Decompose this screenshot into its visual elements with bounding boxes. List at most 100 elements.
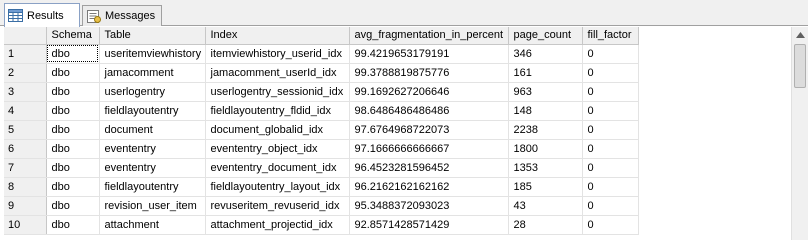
cell-schema[interactable]: dbo bbox=[46, 139, 100, 159]
row-number[interactable]: 8 bbox=[4, 177, 47, 197]
column-header-table[interactable]: Table bbox=[99, 27, 206, 45]
tab-results-label: Results bbox=[27, 9, 64, 22]
column-header-schema[interactable]: Schema bbox=[46, 27, 100, 45]
results-grid: Schema Table Index avg_fragmentation_in_… bbox=[0, 27, 808, 240]
cell-avg-fragmentation[interactable]: 96.4523281596452 bbox=[349, 158, 509, 178]
cell-page-count[interactable]: 1800 bbox=[508, 139, 583, 159]
cell-index[interactable]: attachment_projectid_idx bbox=[205, 215, 350, 235]
row-number[interactable]: 9 bbox=[4, 196, 47, 216]
results-grid-icon bbox=[8, 9, 23, 22]
cell-page-count[interactable]: 148 bbox=[508, 101, 583, 121]
cell-avg-fragmentation[interactable]: 98.6486486486486 bbox=[349, 101, 509, 121]
cell-schema[interactable]: dbo bbox=[46, 177, 100, 197]
cell-table[interactable]: jamacomment bbox=[99, 63, 206, 83]
cell-index[interactable]: evententry_document_idx bbox=[205, 158, 350, 178]
column-header-avg-fragmentation[interactable]: avg_fragmentation_in_percent bbox=[349, 27, 509, 45]
cell-fill-factor[interactable]: 0 bbox=[582, 101, 639, 121]
cell-fill-factor[interactable]: 0 bbox=[582, 82, 639, 102]
row-number[interactable]: 3 bbox=[4, 82, 47, 102]
row-number[interactable]: 2 bbox=[4, 63, 47, 83]
cell-page-count[interactable]: 346 bbox=[508, 44, 583, 64]
cell-page-count[interactable]: 2238 bbox=[508, 120, 583, 140]
cell-index[interactable]: jamacomment_userId_idx bbox=[205, 63, 350, 83]
scrollbar-thumb[interactable] bbox=[794, 44, 806, 88]
cell-index[interactable]: fieldlayoutentry_fldid_idx bbox=[205, 101, 350, 121]
cell-schema[interactable]: dbo bbox=[46, 196, 100, 216]
cell-index[interactable]: userlogentry_sessionid_idx bbox=[205, 82, 350, 102]
table-row[interactable]: 1 dbo useritemviewhistory itemviewhistor… bbox=[4, 44, 639, 64]
scroll-up-arrow-icon[interactable] bbox=[792, 27, 808, 43]
cell-fill-factor[interactable]: 0 bbox=[582, 177, 639, 197]
tab-messages[interactable]: Messages bbox=[82, 5, 162, 26]
cell-schema[interactable]: dbo bbox=[46, 44, 100, 64]
cell-avg-fragmentation[interactable]: 95.3488372093023 bbox=[349, 196, 509, 216]
row-number[interactable]: 10 bbox=[4, 215, 47, 235]
cell-table[interactable]: revision_user_item bbox=[99, 196, 206, 216]
cell-index[interactable]: revuseritem_revuserid_idx bbox=[205, 196, 350, 216]
cell-index[interactable]: fieldlayoutentry_layout_idx bbox=[205, 177, 350, 197]
table-row[interactable]: 7 dbo evententry evententry_document_idx… bbox=[4, 158, 639, 178]
cell-table[interactable]: attachment bbox=[99, 215, 206, 235]
cell-avg-fragmentation[interactable]: 92.8571428571429 bbox=[349, 215, 509, 235]
tab-results[interactable]: Results bbox=[4, 3, 80, 27]
cell-avg-fragmentation[interactable]: 99.3788819875776 bbox=[349, 63, 509, 83]
tab-messages-label: Messages bbox=[105, 10, 156, 22]
cell-fill-factor[interactable]: 0 bbox=[582, 215, 639, 235]
cell-avg-fragmentation[interactable]: 97.1666666666667 bbox=[349, 139, 509, 159]
cell-avg-fragmentation[interactable]: 96.2162162162162 bbox=[349, 177, 509, 197]
column-header-fill-factor[interactable]: fill_factor bbox=[582, 27, 639, 45]
header-corner[interactable] bbox=[4, 27, 47, 45]
cell-index[interactable]: document_globalid_idx bbox=[205, 120, 350, 140]
table-row[interactable]: 4 dbo fieldlayoutentry fieldlayoutentry_… bbox=[4, 101, 639, 121]
cell-table[interactable]: document bbox=[99, 120, 206, 140]
table-row[interactable]: 9 dbo revision_user_item revuseritem_rev… bbox=[4, 196, 639, 216]
row-number[interactable]: 7 bbox=[4, 158, 47, 178]
table-row[interactable]: 8 dbo fieldlayoutentry fieldlayoutentry_… bbox=[4, 177, 639, 197]
vertical-scrollbar[interactable] bbox=[791, 27, 808, 240]
cell-table[interactable]: userlogentry bbox=[99, 82, 206, 102]
cell-page-count[interactable]: 28 bbox=[508, 215, 583, 235]
column-header-index[interactable]: Index bbox=[205, 27, 350, 45]
cell-table[interactable]: fieldlayoutentry bbox=[99, 177, 206, 197]
messages-icon bbox=[86, 9, 101, 23]
cell-table[interactable]: useritemviewhistory bbox=[99, 44, 206, 64]
cell-schema[interactable]: dbo bbox=[46, 63, 100, 83]
cell-fill-factor[interactable]: 0 bbox=[582, 120, 639, 140]
results-table: Schema Table Index avg_fragmentation_in_… bbox=[4, 27, 639, 235]
cell-fill-factor[interactable]: 0 bbox=[582, 139, 639, 159]
cell-schema[interactable]: dbo bbox=[46, 82, 100, 102]
cell-fill-factor[interactable]: 0 bbox=[582, 63, 639, 83]
cell-page-count[interactable]: 185 bbox=[508, 177, 583, 197]
table-row[interactable]: 2 dbo jamacomment jamacomment_userId_idx… bbox=[4, 63, 639, 83]
cell-avg-fragmentation[interactable]: 97.6764968722073 bbox=[349, 120, 509, 140]
results-tab-bar: Results Messages bbox=[0, 0, 808, 27]
cell-schema[interactable]: dbo bbox=[46, 215, 100, 235]
cell-index[interactable]: itemviewhistory_userid_idx bbox=[205, 44, 350, 64]
table-row[interactable]: 6 dbo evententry evententry_object_idx 9… bbox=[4, 139, 639, 159]
cell-page-count[interactable]: 43 bbox=[508, 196, 583, 216]
cell-avg-fragmentation[interactable]: 99.1692627206646 bbox=[349, 82, 509, 102]
cell-table[interactable]: evententry bbox=[99, 158, 206, 178]
row-number[interactable]: 4 bbox=[4, 101, 47, 121]
row-number[interactable]: 5 bbox=[4, 120, 47, 140]
cell-fill-factor[interactable]: 0 bbox=[582, 196, 639, 216]
cell-schema[interactable]: dbo bbox=[46, 158, 100, 178]
cell-page-count[interactable]: 963 bbox=[508, 82, 583, 102]
row-number[interactable]: 6 bbox=[4, 139, 47, 159]
table-row[interactable]: 5 dbo document document_globalid_idx 97.… bbox=[4, 120, 639, 140]
row-number[interactable]: 1 bbox=[4, 44, 47, 64]
column-header-page-count[interactable]: page_count bbox=[508, 27, 583, 45]
cell-table[interactable]: evententry bbox=[99, 139, 206, 159]
cell-index[interactable]: evententry_object_idx bbox=[205, 139, 350, 159]
cell-schema[interactable]: dbo bbox=[46, 101, 100, 121]
grid-body: 1 dbo useritemviewhistory itemviewhistor… bbox=[4, 44, 639, 235]
cell-table[interactable]: fieldlayoutentry bbox=[99, 101, 206, 121]
table-row[interactable]: 10 dbo attachment attachment_projectid_i… bbox=[4, 215, 639, 235]
table-row[interactable]: 3 dbo userlogentry userlogentry_sessioni… bbox=[4, 82, 639, 102]
cell-page-count[interactable]: 161 bbox=[508, 63, 583, 83]
cell-page-count[interactable]: 1353 bbox=[508, 158, 583, 178]
cell-fill-factor[interactable]: 0 bbox=[582, 158, 639, 178]
cell-fill-factor[interactable]: 0 bbox=[582, 44, 639, 64]
cell-avg-fragmentation[interactable]: 99.4219653179191 bbox=[349, 44, 509, 64]
cell-schema[interactable]: dbo bbox=[46, 120, 100, 140]
